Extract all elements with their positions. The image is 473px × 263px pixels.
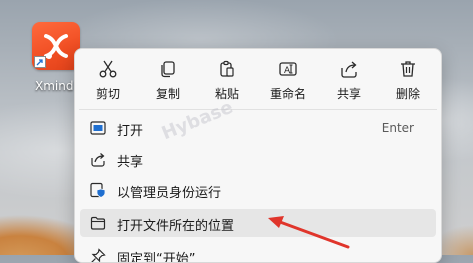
annotation-arrow	[268, 216, 350, 249]
